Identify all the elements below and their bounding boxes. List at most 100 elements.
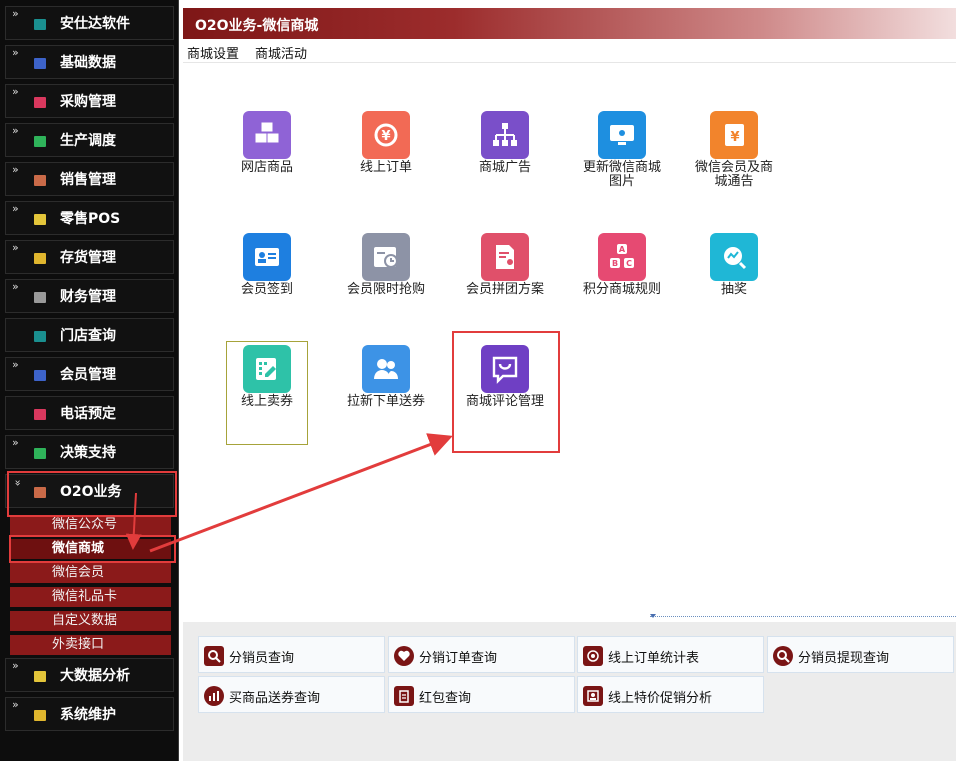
tile-label: 更新微信商城图片 <box>582 160 661 189</box>
report-distributor-query[interactable]: 分销员查询 <box>198 636 385 673</box>
phone-icon <box>34 409 46 420</box>
sidebar-item-inventory[interactable]: » 存货管理 <box>5 240 174 274</box>
tile-label: 网店商品 <box>240 160 293 175</box>
report-distribution-orders[interactable]: 分销订单查询 <box>388 636 575 673</box>
decision-icon <box>34 448 46 459</box>
expand-icon: » <box>12 163 19 176</box>
report-online-order-stats[interactable]: 线上订单统计表 <box>577 636 764 673</box>
settings-icon <box>34 710 46 721</box>
clipboard-icon <box>394 686 414 706</box>
tile-label: 拉新下单送券 <box>346 394 425 409</box>
users-icon <box>362 345 410 393</box>
expand-icon: » <box>12 7 19 20</box>
notice-icon: ¥ <box>710 111 758 159</box>
tile-label: 积分商城规则 <box>582 282 661 297</box>
sidebar-item-label: 会员管理 <box>60 367 116 383</box>
report-special-promo[interactable]: 线上特价促销分析 <box>577 676 764 713</box>
sidebar-item-label: 零售POS <box>60 211 121 227</box>
expand-icon: » <box>12 46 19 59</box>
sub-item-wechat-giftcard[interactable]: 微信礼品卡 <box>10 587 171 607</box>
report-label: 买商品送券查询 <box>229 691 321 706</box>
tile-label: 商城广告 <box>478 160 531 175</box>
report-label: 分销员查询 <box>229 651 295 666</box>
sidebar-item-label: 基础数据 <box>60 55 116 71</box>
svg-text:C: C <box>626 259 632 268</box>
sidebar-item-purchase[interactable]: » 采购管理 <box>5 84 174 118</box>
sidebar-item-label: 门店查询 <box>60 328 116 344</box>
report-label: 分销员提现查询 <box>798 651 890 666</box>
expand-icon: » <box>12 436 19 449</box>
menu-mall-settings[interactable]: 商城设置 <box>187 43 239 62</box>
sidebar-item-system[interactable]: » 系统维护 <box>5 697 174 731</box>
sitemap-icon <box>481 111 529 159</box>
svg-text:¥: ¥ <box>381 129 390 144</box>
sidebar-item-label: 大数据分析 <box>60 668 130 684</box>
sidebar-item-phone-booking[interactable]: 电话预定 <box>5 396 174 430</box>
sub-item-wechat-member[interactable]: 微信会员 <box>10 563 171 583</box>
tile-label: 会员签到 <box>240 282 293 297</box>
o2o-highlight <box>7 471 177 517</box>
document-user-icon <box>481 233 529 281</box>
at-icon <box>583 646 603 666</box>
sidebar-item-label: 采购管理 <box>60 94 116 110</box>
sidebar-item-finance[interactable]: » 财务管理 <box>5 279 174 313</box>
report-red-packet[interactable]: 红包查询 <box>388 676 575 713</box>
report-panel: 分销员查询 分销订单查询 线上订单统计表 分销员提现查询 买商品送券查询 红包查… <box>183 622 956 761</box>
report-buy-gift-coupon[interactable]: 买商品送券查询 <box>198 676 385 713</box>
menu-mall-activities[interactable]: 商城活动 <box>255 43 307 62</box>
report-label: 线上订单统计表 <box>608 651 700 666</box>
sidebar-item-label: 财务管理 <box>60 289 116 305</box>
sidebar-item-label: 系统维护 <box>60 707 116 723</box>
sidebar-item-label: 电话预定 <box>60 406 116 422</box>
expand-icon: » <box>12 124 19 137</box>
calendar-clock-icon <box>362 233 410 281</box>
menu-bar: 商城设置 商城活动 <box>183 39 956 63</box>
sidebar-item-basic-data[interactable]: » 基础数据 <box>5 45 174 79</box>
page-header: O2O业务-微信商城 <box>183 8 956 39</box>
report-label: 线上特价促销分析 <box>608 691 713 706</box>
finance-icon <box>34 292 46 303</box>
edit-grid-icon <box>243 345 291 393</box>
sidebar-item-production[interactable]: » 生产调度 <box>5 123 174 157</box>
sidebar-item-bigdata[interactable]: » 大数据分析 <box>5 658 174 692</box>
monitor-icon <box>598 111 646 159</box>
tile-label: 微信会员及商城通告 <box>694 160 773 189</box>
factory-icon <box>34 136 46 147</box>
chart-search-icon <box>710 233 758 281</box>
svg-text:¥: ¥ <box>730 130 739 145</box>
tile-label: 线上卖券 <box>240 394 293 409</box>
search-doc-icon <box>204 646 224 666</box>
scroll-indicator[interactable] <box>650 614 956 621</box>
sub-item-custom-data[interactable]: 自定义数据 <box>10 611 171 631</box>
expand-icon: » <box>12 698 19 711</box>
svg-text:B: B <box>612 259 618 268</box>
sidebar-item-label: 存货管理 <box>60 250 116 266</box>
pos-icon <box>34 214 46 225</box>
sidebar-item-sales[interactable]: » 销售管理 <box>5 162 174 196</box>
sidebar-item-store-query[interactable]: 门店查询 <box>5 318 174 352</box>
contact-icon <box>583 686 603 706</box>
sidebar-item-decision[interactable]: » 决策支持 <box>5 435 174 469</box>
bar-chart-icon <box>204 686 224 706</box>
expand-icon: » <box>12 202 19 215</box>
arrow-down-icon <box>650 614 656 618</box>
sidebar-item-label: 销售管理 <box>60 172 116 188</box>
sidebar-item-retail-pos[interactable]: » 零售POS <box>5 201 174 235</box>
sub-item-takeaway-api[interactable]: 外卖接口 <box>10 635 171 655</box>
database-icon <box>34 58 46 69</box>
expand-icon: » <box>12 241 19 254</box>
report-label: 分销订单查询 <box>419 651 498 666</box>
tile-label: 线上订单 <box>359 160 412 175</box>
report-withdrawal-query[interactable]: 分销员提现查询 <box>767 636 954 673</box>
sidebar-item-member[interactable]: » 会员管理 <box>5 357 174 391</box>
report-label: 红包查询 <box>419 691 472 706</box>
page-title: O2O业务-微信商城 <box>195 18 319 34</box>
expand-icon: » <box>12 358 19 371</box>
sidebar-item-anshida[interactable]: » 安仕达软件 <box>5 6 174 40</box>
store-icon <box>34 331 46 342</box>
sidebar-item-label: 生产调度 <box>60 133 116 149</box>
bigdata-icon <box>34 671 46 682</box>
tile-label: 抽奖 <box>720 282 747 297</box>
sub-item-wechat-official[interactable]: 微信公众号 <box>10 515 171 535</box>
id-card-icon <box>243 233 291 281</box>
